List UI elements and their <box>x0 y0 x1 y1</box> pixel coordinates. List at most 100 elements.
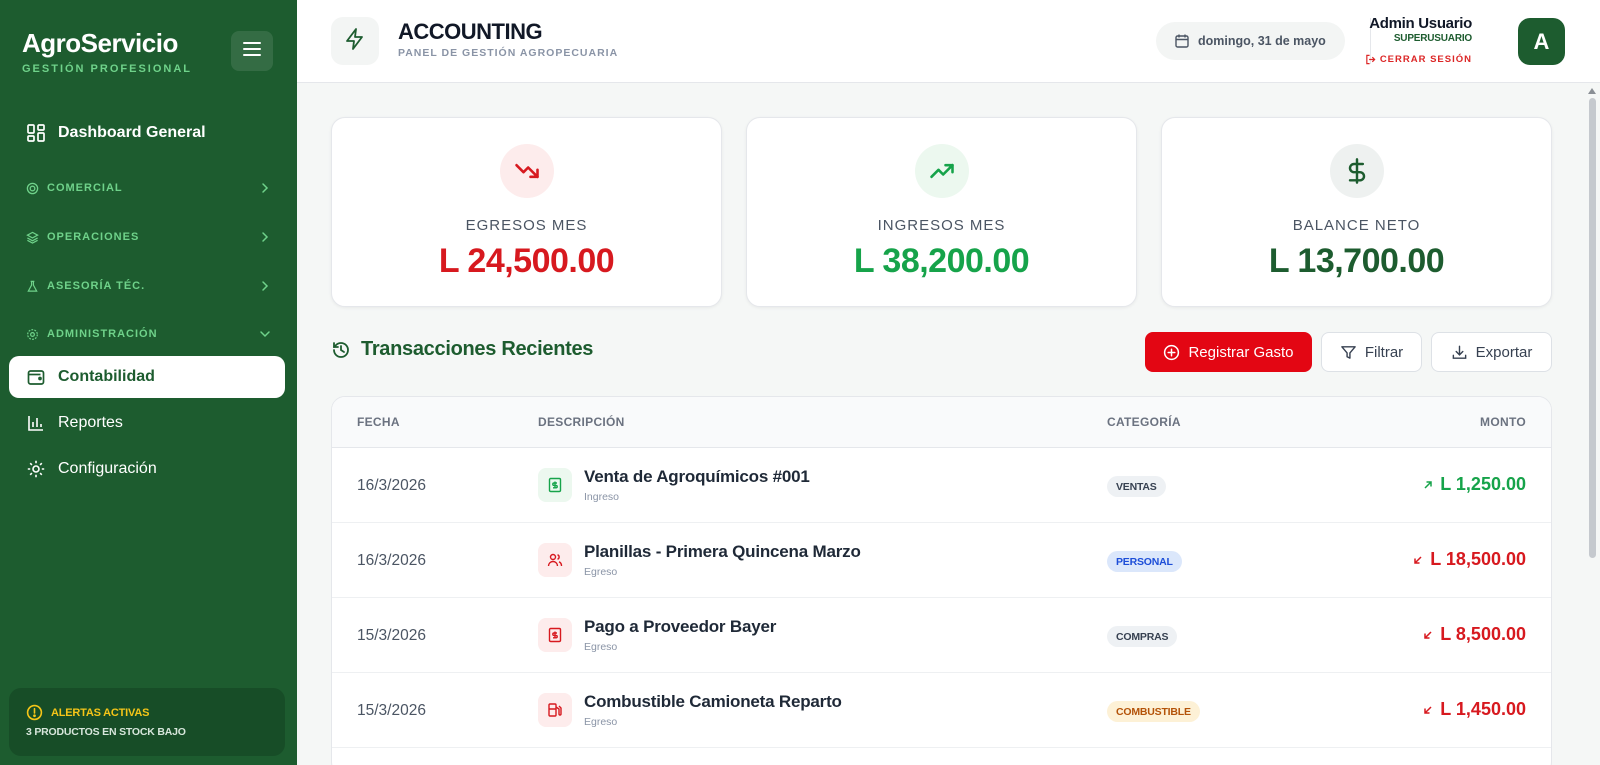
sidebar-section-comercial[interactable]: COMERCIAL <box>26 176 271 200</box>
category-badge: COMBUSTIBLE <box>1107 701 1200 722</box>
target-icon <box>26 182 39 195</box>
table-row[interactable]: 15/3/2026 Combustible Camioneta Reparto … <box>332 673 1551 748</box>
sidebar-item-label: Dashboard General <box>58 124 206 141</box>
transactions-title: Transacciones Recientes <box>331 338 593 361</box>
chevron-right-icon <box>259 280 271 292</box>
chevron-down-icon <box>259 328 271 340</box>
sidebar-section-asesoria[interactable]: ASESORÍA TÉC. <box>26 274 271 298</box>
stat-value: L 13,700.00 <box>1268 242 1445 280</box>
filter-icon <box>1340 344 1357 361</box>
brand: AgroServicio GESTIÓN PROFESIONAL <box>22 28 192 75</box>
arrow-down-left-icon <box>1413 555 1423 565</box>
arrow-down-left-icon <box>1423 705 1433 715</box>
table-row[interactable]: 16/3/2026 Planillas - Primera Quincena M… <box>332 523 1551 598</box>
menu-toggle-button[interactable] <box>231 31 273 71</box>
stat-value: L 24,500.00 <box>438 242 615 280</box>
column-header-monto[interactable]: MONTO <box>1480 415 1526 429</box>
stat-card-egresos: EGRESOS MES L 24,500.00 <box>331 117 722 307</box>
sidebar-item-label: Contabilidad <box>58 368 155 385</box>
row-type: Egreso <box>584 641 618 653</box>
chevron-right-icon <box>259 231 271 243</box>
page-subtitle: PANEL DE GESTIÓN AGROPECUARIA <box>398 47 619 59</box>
table-row[interactable]: 15/3/2026 Pago a Proveedor Bayer Egreso … <box>332 598 1551 673</box>
register-expense-label: Registrar Gasto <box>1188 343 1294 361</box>
download-icon <box>1451 344 1468 361</box>
alerts-title-row: ALERTAS ACTIVAS <box>26 704 268 721</box>
stat-card-ingresos: INGRESOS MES L 38,200.00 <box>746 117 1137 307</box>
user-role: SUPERUSUARIO <box>1393 33 1472 44</box>
users-icon <box>538 543 572 577</box>
sidebar-item-reportes[interactable]: Reportes <box>9 402 285 444</box>
scroll-up-arrow-icon[interactable] <box>1588 88 1596 94</box>
table-row[interactable]: 16/3/2026 Venta de Agroquímicos #001 Ing… <box>332 448 1551 523</box>
gear-icon <box>26 328 39 341</box>
dollar-icon <box>1329 144 1384 198</box>
sidebar-section-label: ADMINISTRACIÓN <box>47 328 158 340</box>
calendar-icon <box>1174 33 1190 49</box>
row-amount: L 1,250.00 <box>1423 474 1526 495</box>
trending-down-icon <box>499 144 554 198</box>
row-description: Pago a Proveedor Bayer <box>584 617 777 636</box>
gear-icon <box>26 459 46 479</box>
row-amount-value: L 1,250.00 <box>1440 474 1526 494</box>
fuel-icon <box>538 693 572 727</box>
sidebar-section-label: OPERACIONES <box>47 231 140 243</box>
filter-button[interactable]: Filtrar <box>1321 332 1422 372</box>
receipt-icon <box>538 468 572 502</box>
row-amount: L 18,500.00 <box>1413 549 1526 570</box>
transactions-title-text: Transacciones Recientes <box>361 338 594 360</box>
row-amount-value: L 8,500.00 <box>1440 624 1526 644</box>
sidebar-item-dashboard[interactable]: Dashboard General <box>9 112 285 154</box>
avatar[interactable]: A <box>1518 18 1565 65</box>
column-header-categoria[interactable]: CATEGORÍA <box>1107 415 1181 429</box>
arrow-up-right-icon <box>1423 480 1433 490</box>
transactions-table: FECHA DESCRIPCIÓN CATEGORÍA MONTO 16/3/2… <box>331 396 1552 765</box>
row-amount-value: L 1,450.00 <box>1440 699 1526 719</box>
export-label: Exportar <box>1475 343 1533 361</box>
sidebar: AgroServicio GESTIÓN PROFESIONAL Dashboa… <box>0 0 297 765</box>
date-text: domingo, 31 de mayo <box>1198 34 1326 48</box>
layers-icon <box>26 231 39 244</box>
row-type: Egreso <box>584 566 618 578</box>
sidebar-section-operaciones[interactable]: OPERACIONES <box>26 225 271 249</box>
sidebar-item-label: Configuración <box>58 460 157 477</box>
logout-button[interactable]: CERRAR SESIÓN <box>1365 54 1472 65</box>
register-expense-button[interactable]: Registrar Gasto <box>1145 332 1312 372</box>
column-header-descripcion[interactable]: DESCRIPCIÓN <box>538 415 625 429</box>
module-icon-box <box>331 17 379 65</box>
alerts-panel[interactable]: ALERTAS ACTIVAS 3 PRODUCTOS EN STOCK BAJ… <box>9 688 285 756</box>
alert-circle-icon <box>26 704 43 721</box>
sidebar-item-configuracion[interactable]: Configuración <box>9 448 285 490</box>
logout-label: CERRAR SESIÓN <box>1379 54 1472 65</box>
logout-icon <box>1365 54 1376 65</box>
receipt-icon <box>538 618 572 652</box>
filter-label: Filtrar <box>1364 343 1404 361</box>
sidebar-section-administracion[interactable]: ADMINISTRACIÓN <box>26 322 271 346</box>
brand-name: AgroServicio <box>22 28 178 58</box>
main-scrollbar[interactable] <box>1588 86 1597 765</box>
top-header: ACCOUNTING PANEL DE GESTIÓN AGROPECUARIA… <box>297 0 1600 83</box>
history-icon <box>331 340 351 360</box>
trending-up-icon <box>914 144 969 198</box>
row-amount: L 8,500.00 <box>1423 624 1526 645</box>
column-header-fecha[interactable]: FECHA <box>357 415 400 429</box>
alerts-title: ALERTAS ACTIVAS <box>51 706 150 719</box>
hamburger-icon <box>243 41 261 61</box>
row-type: Egreso <box>584 716 618 728</box>
chevron-right-icon <box>259 182 271 194</box>
sidebar-section-label: ASESORÍA TÉC. <box>47 280 146 292</box>
export-button[interactable]: Exportar <box>1431 332 1552 372</box>
stat-card-balance: BALANCE NETO L 13,700.00 <box>1161 117 1552 307</box>
category-badge: PERSONAL <box>1107 551 1182 572</box>
sidebar-section-label: COMERCIAL <box>47 182 123 194</box>
stat-value: L 38,200.00 <box>853 242 1030 280</box>
sidebar-item-contabilidad[interactable]: Contabilidad <box>9 356 285 398</box>
row-type: Ingreso <box>584 491 620 503</box>
scrollbar-thumb[interactable] <box>1589 98 1596 558</box>
dashboard-icon <box>26 123 46 143</box>
category-badge: VENTAS <box>1107 476 1166 497</box>
stat-label: BALANCE NETO <box>1292 217 1421 234</box>
row-date: 15/3/2026 <box>357 627 426 644</box>
date-display: domingo, 31 de mayo <box>1156 22 1345 60</box>
lightning-icon <box>343 27 367 56</box>
